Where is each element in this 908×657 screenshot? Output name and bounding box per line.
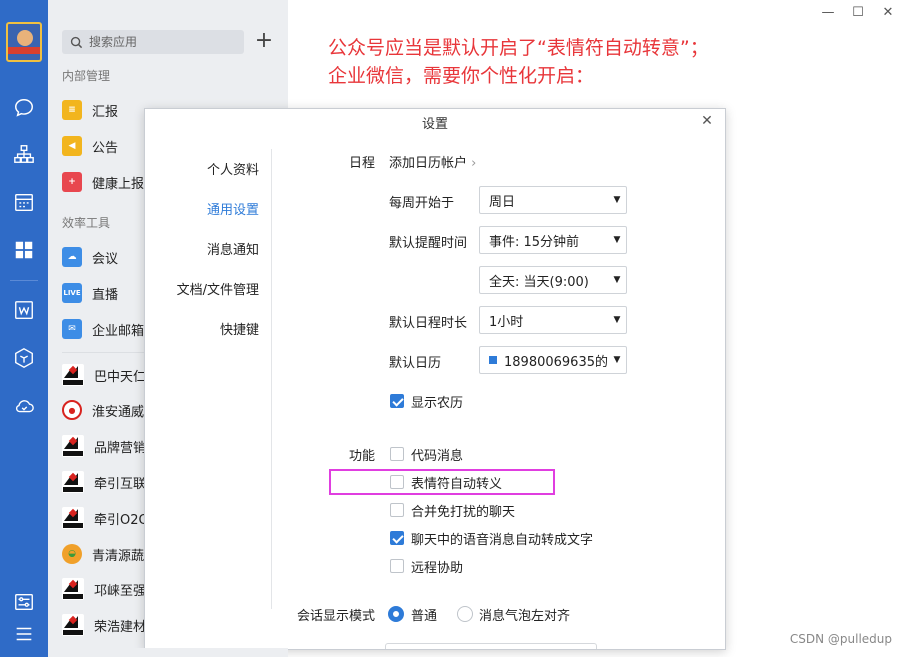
annotation-line-2: 企业微信，需要你个性化开启： — [328, 65, 595, 87]
pulledup-logo-icon — [62, 471, 84, 493]
display-bubble-left-radio[interactable] — [457, 606, 473, 622]
nav-profile[interactable]: 个人资料 — [207, 159, 259, 178]
voice-to-text-label: 聊天中的语音消息自动转成文字 — [411, 533, 594, 548]
pulledup-logo-icon — [62, 364, 84, 386]
code-message-checkbox[interactable] — [390, 447, 404, 461]
merge-dnd-label: 合并免打扰的聊天 — [411, 505, 516, 520]
display-normal-radio[interactable] — [388, 606, 404, 622]
dropdown-arrow-icon: ▼ — [613, 235, 621, 245]
meeting-icon: ☁ — [62, 247, 82, 267]
chat-icon[interactable] — [12, 96, 36, 120]
app-label: 直播 — [92, 287, 119, 303]
add-calendar-account-link[interactable]: 添加日历帐户 › — [389, 152, 476, 171]
app-label: 企业邮箱 — [92, 323, 145, 339]
app-label: 品牌营销 — [94, 440, 147, 456]
app-label: 巴中天仁 — [94, 369, 147, 385]
display-bubble-left-label: 消息气泡左对齐 — [479, 609, 571, 624]
pulledup-logo-icon — [62, 614, 84, 636]
avatar[interactable] — [6, 22, 42, 62]
doc-icon[interactable] — [12, 298, 36, 322]
annotation-line-1: 公众号应当是默认开启了“表情符自动转意”； — [328, 37, 709, 59]
pulledup-logo-icon — [62, 435, 84, 457]
merge-dnd-checkbox[interactable] — [390, 503, 404, 517]
pulledup-logo-icon — [62, 578, 84, 600]
app-label: 会议 — [92, 251, 119, 267]
app-label: 荣浩建材 — [94, 619, 147, 635]
close-window-button[interactable]: ✕ — [878, 4, 898, 22]
app-label: 邛崃至强 — [94, 583, 147, 599]
close-icon[interactable]: ✕ — [699, 113, 715, 129]
calendar-color-swatch — [489, 356, 497, 364]
apps-grid-icon[interactable] — [12, 238, 36, 262]
dropdown-arrow-icon: ▼ — [613, 355, 621, 365]
default-duration-label: 默认日程时长 — [389, 316, 468, 331]
dropdown-arrow-icon: ▼ — [613, 275, 621, 285]
nav-docs-files[interactable]: 文档/文件管理 — [177, 279, 259, 298]
default-calendar-label: 默认日历 — [389, 356, 442, 371]
week-start-label: 每周开始于 — [389, 196, 455, 211]
pulledup-logo-icon — [62, 507, 84, 529]
panel-bottom-strip — [48, 648, 288, 657]
remote-assist-label: 远程协助 — [411, 561, 464, 576]
allday-reminder-select[interactable]: 全天: 当天(9:00) ▼ — [479, 266, 627, 294]
seal-logo-icon: ● — [62, 400, 82, 420]
report-icon: ≡ — [62, 100, 82, 120]
nav-divider — [271, 149, 272, 609]
nav-shortcuts[interactable]: 快捷键 — [220, 319, 259, 338]
cloud-icon[interactable] — [12, 394, 36, 418]
app-label: 青清源蔬 — [92, 548, 145, 564]
app-label: 淮安通威 — [92, 404, 145, 420]
features-section-label: 功能 — [349, 449, 376, 464]
veg-logo-icon: ◒ — [62, 544, 82, 564]
dropdown-arrow-icon: ▼ — [613, 315, 621, 325]
cube-icon[interactable] — [12, 346, 36, 370]
app-label: 牵引互联 — [94, 476, 147, 492]
org-chart-icon[interactable] — [12, 142, 36, 166]
watermark: CSDN @pulledup — [789, 632, 892, 646]
maximize-button[interactable]: ☐ — [848, 4, 868, 22]
minimize-button[interactable]: — — [818, 4, 838, 22]
health-icon: + — [62, 172, 82, 192]
app-label: 公告 — [92, 140, 119, 156]
week-start-select[interactable]: 周日 ▼ — [479, 186, 627, 214]
add-app-button[interactable]: + — [253, 30, 275, 54]
schedule-section-label: 日程 — [349, 156, 376, 171]
lunar-label: 显示农历 — [411, 396, 464, 411]
section-label-tools: 效率工具 — [62, 216, 111, 230]
megaphone-icon: ◀ — [62, 136, 82, 156]
app-label: 健康上报 — [92, 176, 145, 192]
remote-assist-checkbox[interactable] — [390, 559, 404, 573]
mail-icon: ✉ — [62, 319, 82, 339]
left-rail — [0, 0, 48, 657]
event-reminder-select[interactable]: 事件: 15分钟前 ▼ — [479, 226, 627, 254]
settings-dialog: 设置 ✕ 个人资料 通用设置 消息通知 文档/文件管理 快捷键 日程 添加日历帐… — [144, 108, 726, 650]
default-duration-select[interactable]: 1小时 ▼ — [479, 306, 627, 334]
app-label: 汇报 — [92, 104, 119, 120]
dialog-title: 设置 — [421, 117, 448, 132]
default-calendar-select[interactable]: 18980069635的...▼ — [479, 346, 627, 374]
annotation-note: 公众号应当是默认开启了“表情符自动转意”； 企业微信，需要你个性化开启： — [328, 34, 709, 90]
dropdown-arrow-icon: ▼ — [613, 195, 621, 205]
live-icon: LIVE — [62, 283, 82, 303]
menu-icon[interactable] — [12, 622, 36, 646]
search-box[interactable] — [62, 30, 244, 54]
default-reminder-label: 默认提醒时间 — [389, 236, 468, 251]
code-message-label: 代码消息 — [411, 449, 464, 464]
app-label: 牵引O2O — [94, 512, 149, 528]
settings-sliders-icon[interactable] — [12, 590, 36, 614]
chevron-right-icon: › — [471, 156, 477, 171]
emoji-escape-label: 表情符自动转义 — [411, 477, 503, 492]
display-mode-label: 会话显示模式 — [297, 609, 376, 624]
search-input[interactable] — [89, 35, 239, 49]
emoji-escape-checkbox[interactable] — [390, 475, 404, 489]
display-normal-label: 普通 — [411, 609, 438, 624]
calendar-icon[interactable] — [12, 190, 36, 214]
partial-button[interactable] — [385, 643, 597, 649]
voice-to-text-checkbox[interactable] — [390, 531, 404, 545]
search-icon — [70, 36, 83, 48]
section-label-internal: 内部管理 — [62, 69, 111, 83]
nav-general[interactable]: 通用设置 — [207, 199, 259, 218]
nav-notifications[interactable]: 消息通知 — [207, 239, 259, 258]
lunar-checkbox[interactable] — [390, 394, 404, 408]
